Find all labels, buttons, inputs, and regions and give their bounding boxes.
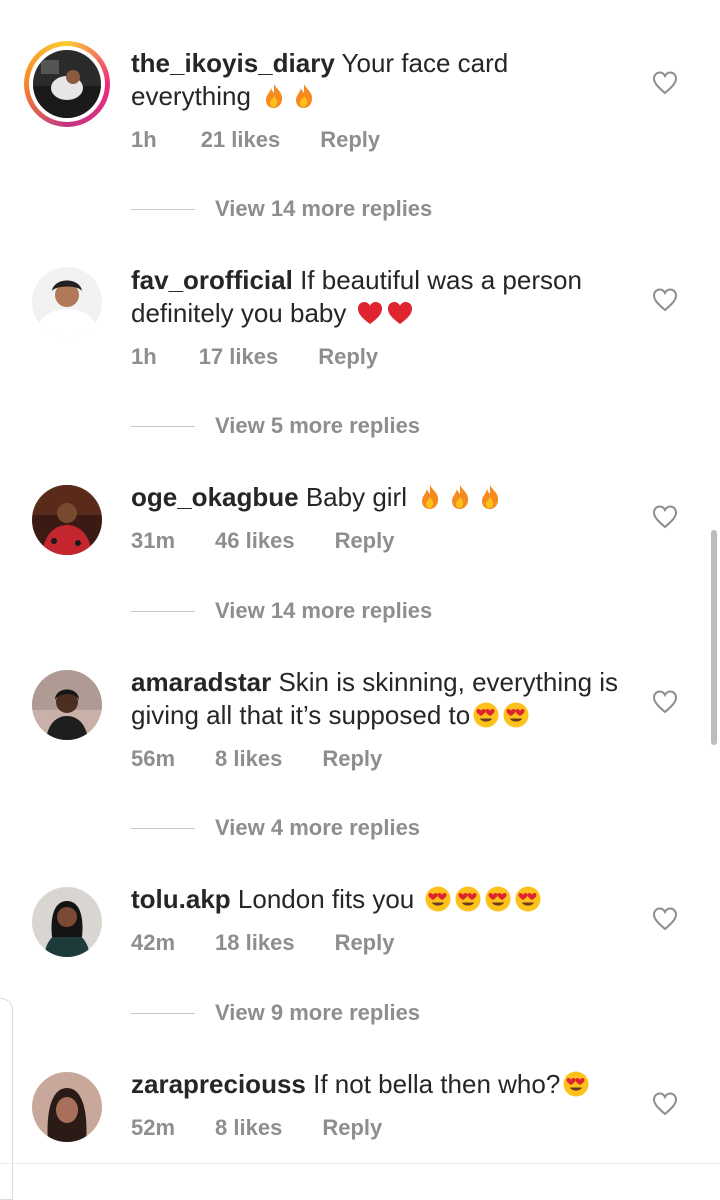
heart-eyes-emoji-icon	[485, 886, 510, 912]
comment-likes[interactable]: 21 likes	[201, 127, 281, 153]
heart-eyes-emoji-icon	[473, 702, 499, 728]
avatar-photo	[33, 50, 101, 118]
divider-line	[131, 1012, 195, 1014]
comment-meta: 1h 21 likes Reply	[131, 125, 380, 155]
comment-likes[interactable]: 46 likes	[215, 528, 295, 554]
like-heart-icon[interactable]	[652, 689, 678, 715]
comment-time: 56m	[131, 746, 176, 771]
comment-meta: 56m 8 likes Reply	[131, 744, 382, 774]
comment-username[interactable]: fav_orofficial	[131, 265, 293, 295]
reply-button[interactable]: Reply	[318, 344, 378, 370]
comment-likes[interactable]: 8 likes	[215, 746, 282, 772]
comment-meta: 52m 8 likes Reply	[131, 1113, 382, 1143]
comment-text-block: fav_orofficial If beautiful was a person…	[131, 264, 621, 330]
divider-line	[131, 208, 195, 210]
comment-time: 1h	[131, 344, 157, 369]
avatar[interactable]	[32, 1072, 102, 1142]
avatar-photo	[32, 1072, 102, 1142]
view-more-replies-label: View 9 more replies	[215, 1000, 421, 1025]
comment-text-block: amaradstar Skin is skinning, everything …	[131, 666, 621, 732]
fire-emoji-icon	[296, 84, 313, 108]
reply-button[interactable]: Reply	[322, 746, 382, 772]
like-heart-icon[interactable]	[652, 70, 678, 96]
view-more-replies-label: View 14 more replies	[215, 196, 433, 221]
reply-button[interactable]: Reply	[320, 127, 380, 153]
comment-time: 31m	[131, 528, 176, 553]
view-more-replies-label: View 14 more replies	[215, 598, 433, 623]
comment-text-block: oge_okagbue Baby girl	[131, 481, 621, 514]
comment-time: 42m	[131, 930, 176, 955]
red-heart-emoji-icon	[387, 302, 412, 324]
heart-eyes-emoji-icon	[455, 886, 480, 912]
view-more-replies-button[interactable]: View 14 more replies	[131, 596, 432, 626]
view-more-replies-button[interactable]: View 5 more replies	[131, 411, 420, 441]
scrollbar[interactable]	[711, 530, 717, 745]
comment-likes[interactable]: 8 likes	[215, 1115, 282, 1141]
fire-emoji-icon	[452, 485, 469, 509]
comment-text: London fits you	[237, 884, 415, 914]
reply-button[interactable]: Reply	[322, 1115, 382, 1141]
comment-text-block: the_ikoyis_diary Your face card everythi…	[131, 47, 621, 113]
heart-eyes-emoji-icon	[503, 702, 529, 728]
avatar-story-ring[interactable]	[24, 41, 110, 127]
reply-button[interactable]: Reply	[335, 930, 395, 956]
comment-time: 52m	[131, 1115, 176, 1140]
avatar[interactable]	[32, 267, 102, 337]
like-heart-icon[interactable]	[652, 504, 678, 530]
comment-likes[interactable]: 18 likes	[215, 930, 295, 956]
avatar[interactable]	[32, 485, 102, 555]
comment-time: 1h	[131, 127, 157, 152]
view-more-replies-label: View 5 more replies	[215, 413, 421, 438]
comment-username[interactable]: zarapreciouss	[131, 1069, 306, 1099]
view-more-replies-button[interactable]: View 4 more replies	[131, 813, 420, 843]
screen-edge-overlay	[0, 998, 13, 1200]
comment-username[interactable]: amaradstar	[131, 667, 271, 697]
heart-eyes-emoji-icon	[425, 886, 450, 912]
heart-eyes-emoji-icon	[515, 886, 540, 912]
avatar-photo	[32, 267, 102, 337]
bottom-divider	[0, 1163, 720, 1164]
fire-emoji-icon	[482, 485, 499, 509]
comment-username[interactable]: oge_okagbue	[131, 482, 299, 512]
avatar-ring-gap	[29, 46, 105, 122]
comment-text-block: tolu.akp London fits you	[131, 883, 621, 916]
comment-likes[interactable]: 17 likes	[199, 344, 279, 370]
avatar-photo	[32, 670, 102, 740]
comment-meta: 42m 18 likes Reply	[131, 928, 394, 958]
like-heart-icon[interactable]	[652, 906, 678, 932]
like-heart-icon[interactable]	[652, 1091, 678, 1117]
divider-line	[131, 425, 195, 427]
view-more-replies-button[interactable]: View 14 more replies	[131, 194, 432, 224]
heart-eyes-emoji-icon	[563, 1071, 589, 1097]
avatar-photo	[32, 887, 102, 957]
avatar[interactable]	[32, 670, 102, 740]
divider-line	[131, 827, 195, 829]
fire-emoji-icon	[422, 485, 439, 509]
comment-username[interactable]: the_ikoyis_diary	[131, 48, 335, 78]
red-heart-emoji-icon	[357, 302, 382, 324]
comment-text: If not bella then who?	[313, 1069, 561, 1099]
comment-meta: 31m 46 likes Reply	[131, 526, 394, 556]
reply-button[interactable]: Reply	[335, 528, 395, 554]
comment-text: Baby girl	[305, 482, 407, 512]
view-more-replies-label: View 4 more replies	[215, 815, 421, 840]
fire-emoji-icon	[266, 84, 283, 108]
view-more-replies-button[interactable]: View 9 more replies	[131, 998, 420, 1028]
comment-text-block: zarapreciouss If not bella then who?	[131, 1068, 621, 1101]
like-heart-icon[interactable]	[652, 287, 678, 313]
avatar[interactable]	[32, 887, 102, 957]
comment-username[interactable]: tolu.akp	[131, 884, 231, 914]
avatar	[33, 50, 101, 118]
avatar-photo	[32, 485, 102, 555]
comment-meta: 1h 17 likes Reply	[131, 342, 378, 372]
divider-line	[131, 610, 195, 612]
